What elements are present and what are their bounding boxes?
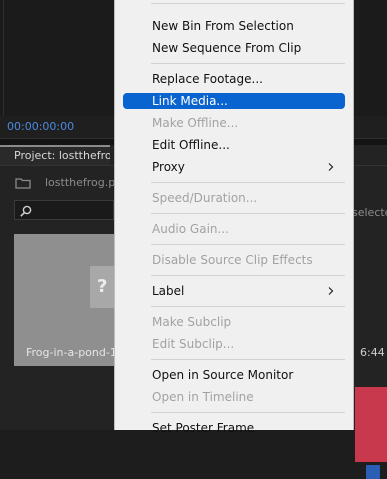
missing-media-placeholder: ? (90, 266, 116, 308)
menu-partial-top-edge (151, 0, 345, 4)
menu-item-label: Edit Offline... (152, 138, 230, 152)
items-selected-label: selecte (352, 206, 387, 219)
menu-item-label: Replace Footage... (152, 72, 263, 86)
chevron-right-icon (328, 287, 334, 295)
menu-item-label: Make Offline... (152, 116, 239, 130)
menu-item-proxy[interactable]: Proxy (123, 159, 345, 175)
menu-separator (151, 412, 345, 413)
menu-item-make-subclip[interactable]: Make Subclip (123, 314, 345, 330)
menu-separator (151, 275, 345, 276)
menu-item-open-in-timeline[interactable]: Open in Timeline (123, 389, 345, 405)
clip-name[interactable]: Frog-in-a-pond-11 (26, 346, 124, 359)
menu-item-label: Open in Source Monitor (152, 368, 294, 382)
timecode-display[interactable]: 00:00:00:00 (7, 120, 74, 133)
menu-separator (151, 306, 345, 307)
menu-separator (151, 182, 345, 183)
chevron-right-icon (328, 163, 334, 171)
menu-item-edit-subclip[interactable]: Edit Subclip... (123, 336, 345, 352)
menu-item-new-bin-from-selection[interactable]: New Bin From Selection (123, 18, 345, 34)
context-menu: New Bin From Selection New Sequence From… (114, 0, 354, 435)
project-tab[interactable]: Project: lostthefrog (0, 145, 110, 165)
menu-separator (151, 213, 345, 214)
clip-type-badge (366, 465, 380, 479)
menu-item-label: Proxy (152, 160, 185, 174)
menu-item-label: New Bin From Selection (152, 19, 294, 33)
menu-item-open-in-source-monitor[interactable]: Open in Source Monitor (123, 367, 345, 383)
menu-item-label: Open in Timeline (152, 390, 254, 404)
menu-item-label: Label (152, 284, 185, 298)
menu-item-label: Link Media... (152, 94, 228, 108)
menu-item-label-submenu[interactable]: Label (123, 283, 345, 299)
menu-item-label: New Sequence From Clip (152, 41, 302, 55)
menu-item-label: Speed/Duration... (152, 191, 258, 205)
folder-icon (15, 178, 31, 189)
clip-duration: 6:44 (360, 346, 385, 359)
search-icon (20, 205, 32, 217)
menu-item-replace-footage[interactable]: Replace Footage... (123, 71, 345, 87)
menu-item-label: Make Subclip (152, 315, 232, 329)
menu-separator (151, 244, 345, 245)
menu-item-disable-source-clip-effects[interactable]: Disable Source Clip Effects (123, 252, 345, 268)
menu-item-speed-duration[interactable]: Speed/Duration... (123, 190, 345, 206)
menu-item-label: Disable Source Clip Effects (152, 253, 313, 267)
missing-media-glyph: ? (97, 276, 108, 297)
menu-item-make-offline[interactable]: Make Offline... (123, 115, 345, 131)
panel-rail (3, 0, 4, 116)
clip-thumbnail-secondary[interactable] (355, 387, 387, 462)
menu-separator (151, 63, 345, 64)
menu-item-new-sequence-from-clip[interactable]: New Sequence From Clip (123, 40, 345, 56)
menu-item-label: Edit Subclip... (152, 337, 235, 351)
menu-item-audio-gain[interactable]: Audio Gain... (123, 221, 345, 237)
search-input[interactable] (14, 200, 114, 220)
menu-item-edit-offline[interactable]: Edit Offline... (123, 137, 345, 153)
menu-item-label: Set Poster Frame (152, 421, 255, 435)
menu-item-set-poster-frame[interactable]: Set Poster Frame (123, 420, 345, 436)
menu-separator (151, 359, 345, 360)
menu-item-link-media[interactable]: Link Media... (123, 93, 345, 109)
menu-item-label: Audio Gain... (152, 222, 229, 236)
